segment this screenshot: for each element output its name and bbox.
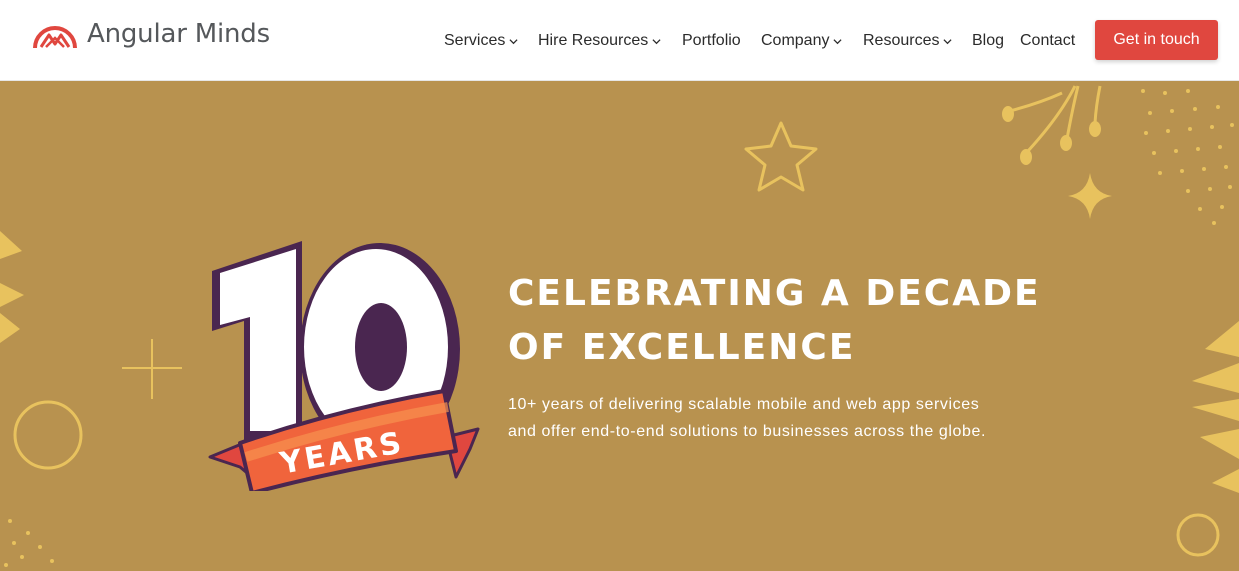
hero-subtext-line-2: and offer end-to-end solutions to busine…: [508, 423, 987, 440]
nav-item-services[interactable]: Services: [444, 31, 518, 51]
hero-headline: CELEBRATING A DECADE OF EXCELLENCE: [508, 267, 1041, 375]
nav-item-label: Company: [761, 32, 830, 49]
nav-item-blog[interactable]: Blog: [972, 31, 1004, 51]
chevron-down-icon: [652, 39, 661, 45]
hero-subtext-line-1: 10+ years of delivering scalable mobile …: [508, 396, 980, 413]
chevron-down-icon: [509, 39, 518, 45]
chevron-down-icon: [833, 39, 843, 45]
hero-headline-line-2: OF EXCELLENCE: [508, 327, 856, 368]
nav-item-portfolio[interactable]: Portfolio: [682, 31, 741, 51]
nav-item-label: Portfolio: [682, 32, 741, 49]
get-in-touch-button[interactable]: Get in touch: [1095, 20, 1218, 60]
nav-item-contact[interactable]: Contact: [1020, 31, 1075, 51]
main-nav: Services Hire Resources Portfolio Compan…: [0, 31, 1239, 51]
ring-icon: [1176, 513, 1220, 557]
nav-item-hire-resources[interactable]: Hire Resources: [538, 31, 661, 51]
sparkle-icon: [1068, 173, 1112, 219]
ring-icon: [13, 400, 83, 470]
nav-item-label: Contact: [1020, 32, 1076, 49]
site-header: Angular Minds Services Hire Resources Po…: [0, 0, 1239, 81]
nav-item-company[interactable]: Company: [761, 31, 843, 51]
ten-years-badge: YEARS: [208, 241, 480, 491]
nav-item-resources[interactable]: Resources: [863, 31, 953, 51]
chevron-down-icon: [943, 39, 953, 45]
hero-banner: YEARS CELEBRATING A DECADE OF EXCELLENCE…: [0, 81, 1239, 571]
digit-one: [220, 249, 296, 431]
hero-subtext: 10+ years of delivering scalable mobile …: [508, 391, 986, 445]
nav-item-label: Blog: [972, 32, 1005, 49]
nav-item-label: Resources: [863, 32, 940, 49]
hero-headline-line-1: CELEBRATING A DECADE: [508, 273, 1041, 314]
outline-star-icon: [744, 121, 818, 192]
nav-item-label: Hire Resources: [538, 32, 649, 49]
nav-item-label: Services: [444, 32, 506, 49]
